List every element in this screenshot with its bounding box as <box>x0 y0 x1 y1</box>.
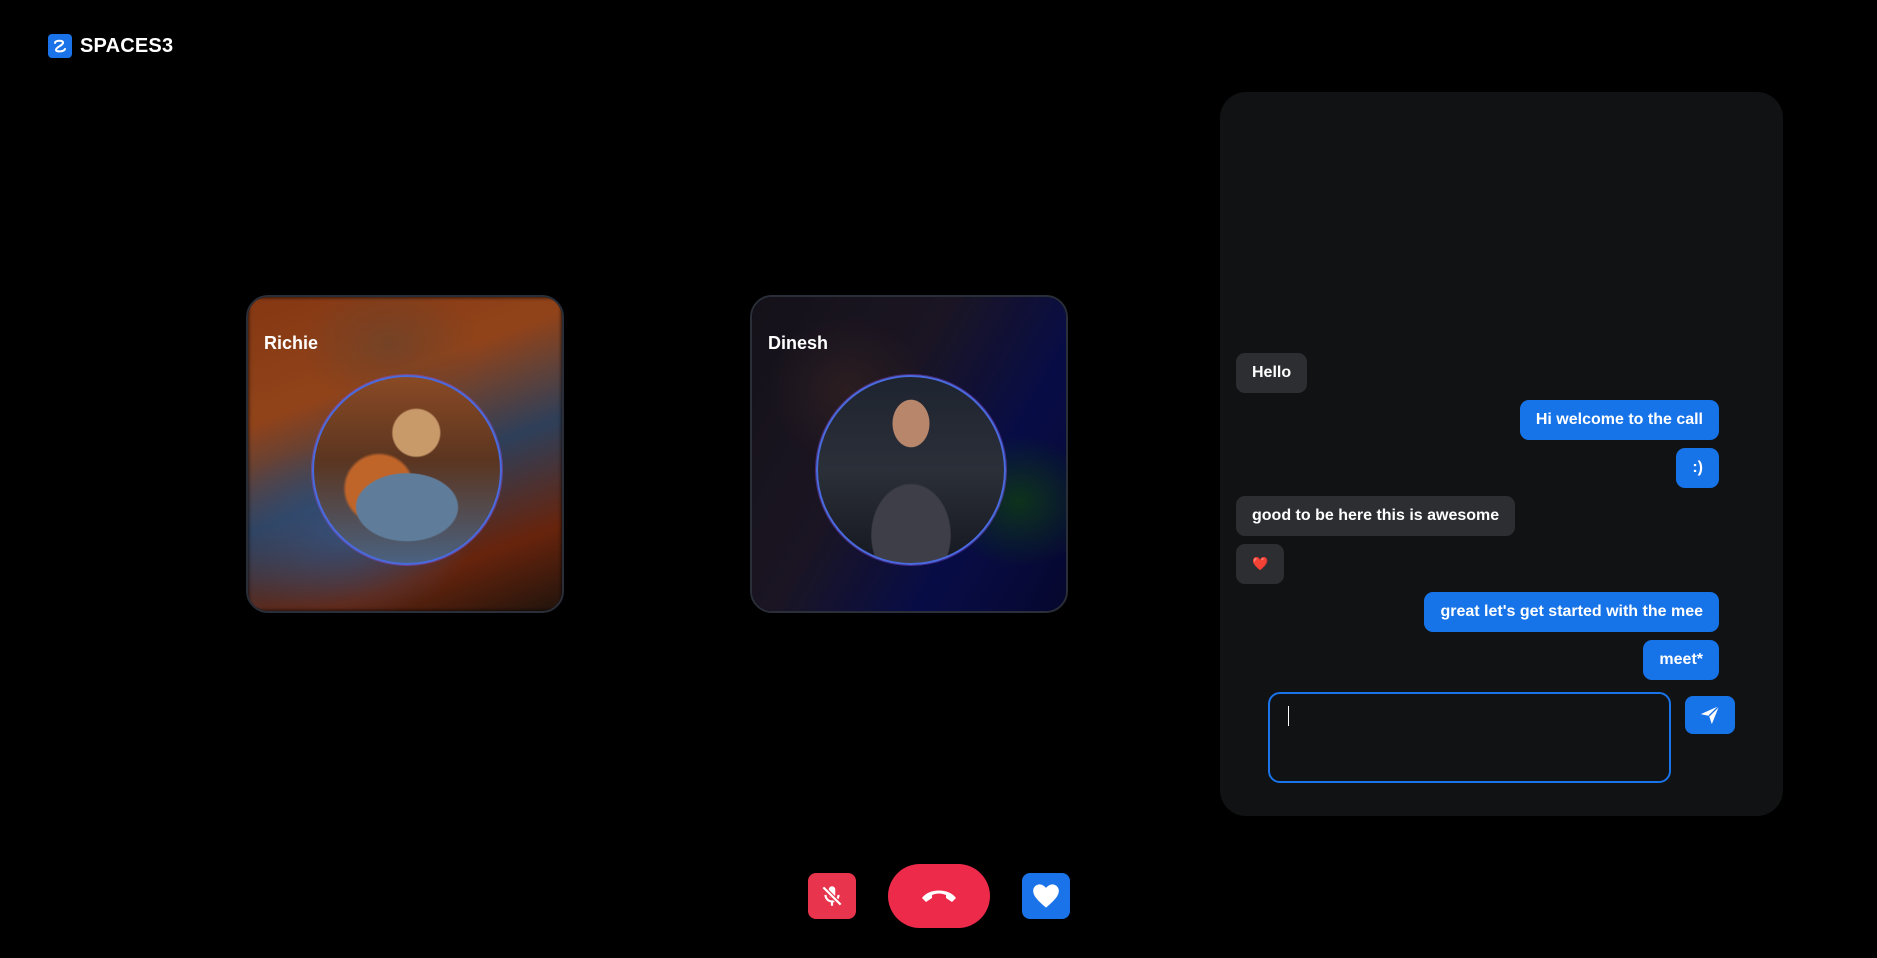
participant-name: Richie <box>264 333 319 353</box>
send-button[interactable] <box>1685 696 1735 734</box>
chat-message-outgoing: Hi welcome to the call <box>1519 400 1719 440</box>
hangup-button[interactable] <box>888 864 990 928</box>
chat-panel: Hello Hi welcome to the call :) good to … <box>1220 92 1783 816</box>
chat-message-outgoing: meet* <box>1643 640 1719 680</box>
chat-message-incoming: Hello <box>1236 353 1308 393</box>
text-caret <box>1288 706 1289 726</box>
chat-message-outgoing: great let's get started with the mee <box>1424 592 1719 632</box>
chat-message-incoming: ❤️ <box>1236 544 1285 584</box>
heart-icon <box>1033 884 1059 908</box>
participant-tile-dinesh: Dinesh <box>750 295 1068 613</box>
send-icon <box>1700 705 1720 725</box>
app-name: SPACES3 <box>80 34 174 57</box>
logo-icon <box>48 34 72 58</box>
chat-input[interactable] <box>1268 692 1671 783</box>
mic-off-icon <box>821 885 843 907</box>
app-logo[interactable]: SPACES3 <box>48 34 173 58</box>
chat-message-incoming: good to be here this is awesome <box>1236 496 1516 536</box>
participant-name: Dinesh <box>768 333 829 353</box>
mute-button[interactable] <box>808 873 856 919</box>
react-button[interactable] <box>1022 873 1070 919</box>
participant-avatar <box>816 375 1006 565</box>
phone-hangup-icon <box>922 890 956 902</box>
chat-message-outgoing: :) <box>1676 448 1719 488</box>
participant-tile-richie: Richie <box>246 295 564 613</box>
participant-avatar <box>312 375 502 565</box>
